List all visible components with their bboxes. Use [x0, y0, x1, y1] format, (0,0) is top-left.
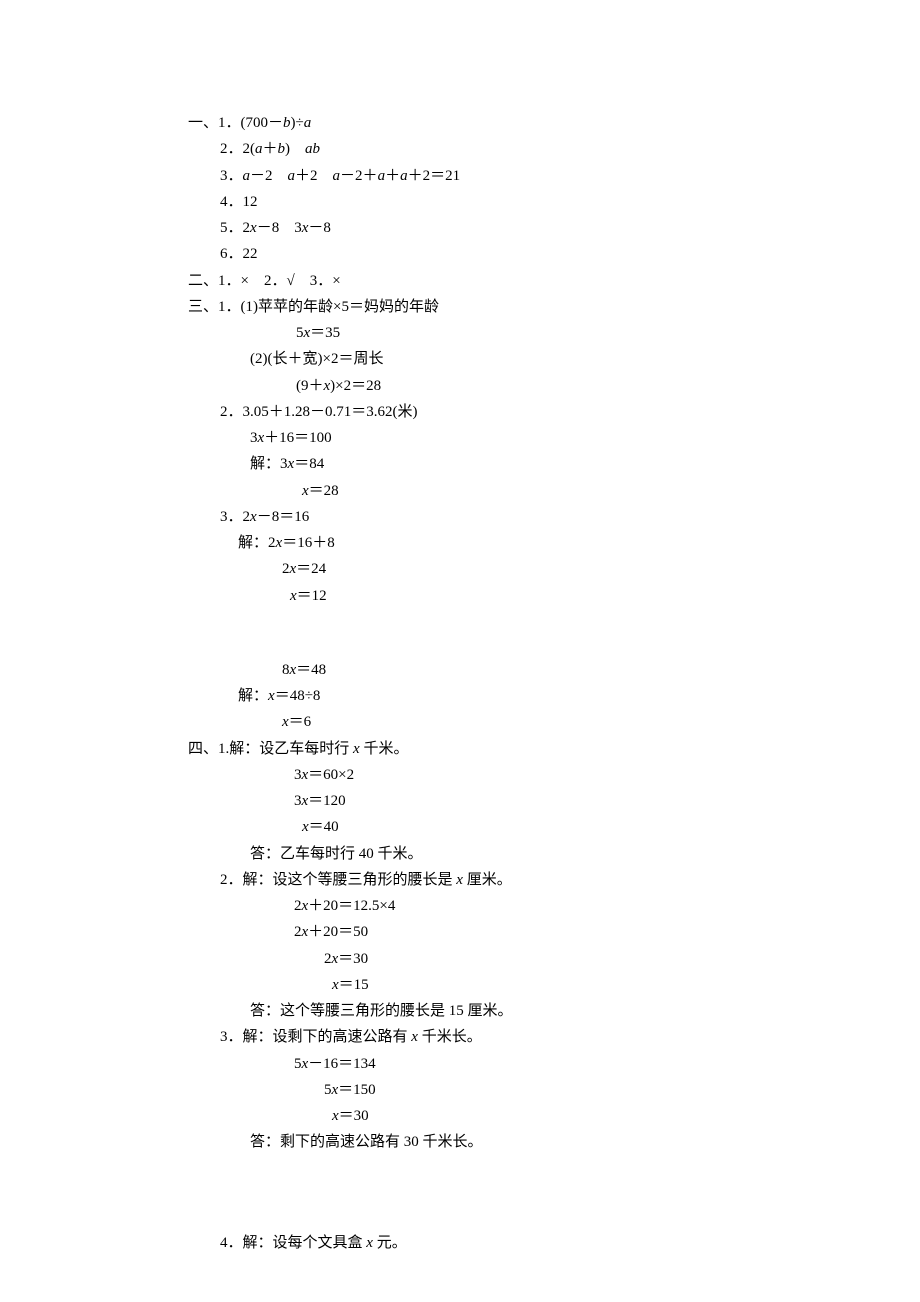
section-4-item-3-setup: 3．解：设剩下的高速公路有 x 千米长。 [188, 1024, 920, 1050]
section-4-item-2-eq1: 2x＋20＝12.5×4 [188, 893, 920, 919]
section-4-item-3-eq2: 5x＝150 [188, 1077, 920, 1103]
section-3-item-3-line6: 解：x＝48÷8 [188, 683, 920, 709]
section-3-item-2-line1: 2．3.05＋1.28－0.71＝3.62(米) [188, 399, 920, 425]
section-3-item-1-sub2: (2)(长＋宽)×2＝周长 [188, 346, 920, 372]
section-3-item-3-line4: x＝12 [188, 583, 920, 609]
section-4-item-3-eq1: 5x－16＝134 [188, 1051, 920, 1077]
section-4-item-1-eq2: 3x＝120 [188, 788, 920, 814]
section-3-item-1-sub2-eq: (9＋x)×2＝28 [188, 373, 920, 399]
section-1-item-6: 6．22 [188, 241, 920, 267]
section-1-label: 一、 [188, 115, 218, 131]
section-1-item-5: 5．2x－8 3x－8 [188, 215, 920, 241]
section-4-item-1-setup: 四、1.解：设乙车每时行 x 千米。 [188, 736, 920, 762]
section-4-item-3-answer: 答：剩下的高速公路有 30 千米长。 [188, 1129, 920, 1155]
section-3-item-1-sub1: 三、1．(1)苹苹的年龄×5＝妈妈的年龄 [188, 294, 920, 320]
section-4-item-3-eq3: x＝30 [188, 1103, 920, 1129]
section-4-item-2-setup: 2．解：设这个等腰三角形的腰长是 x 厘米。 [188, 867, 920, 893]
section-3-item-2-line4: x＝28 [188, 478, 920, 504]
section-1-item-4: 4．12 [188, 189, 920, 215]
section-4-item-4-setup: 4．解：设每个文具盒 x 元。 [188, 1230, 920, 1256]
section-1-item-1: 一、1．(700－b)÷a [188, 110, 920, 136]
section-3-item-3-line7: x＝6 [188, 709, 920, 735]
section-4-item-1-answer: 答：乙车每时行 40 千米。 [188, 841, 920, 867]
section-3-item-1-sub1-eq: 5x＝35 [188, 320, 920, 346]
section-1-item-2: 2．2(a＋b) ab [188, 136, 920, 162]
section-4-item-2-answer: 答：这个等腰三角形的腰长是 15 厘米。 [188, 998, 920, 1024]
section-4-item-2-eq4: x＝15 [188, 972, 920, 998]
section-4-item-2-eq3: 2x＝30 [188, 946, 920, 972]
section-3-item-3-line2: 解：2x＝16＋8 [188, 530, 920, 556]
section-3-item-3-line1: 3．2x－8＝16 [188, 504, 920, 530]
section-3-item-2-line3: 解：3x＝84 [188, 451, 920, 477]
section-1-item-3: 3．a－2 a＋2 a－2＋a＋a＋2＝21 [188, 163, 920, 189]
section-3-item-3-line3: 2x＝24 [188, 556, 920, 582]
section-3-item-2-line2: 3x＋16＝100 [188, 425, 920, 451]
answer-key-document: 一、1．(700－b)÷a 2．2(a＋b) ab 3．a－2 a＋2 a－2＋… [188, 110, 920, 1256]
section-4-item-1-eq1: 3x＝60×2 [188, 762, 920, 788]
section-2: 二、1．× 2．√ 3．× [188, 268, 920, 294]
section-4-item-2-eq2: 2x＋20＝50 [188, 919, 920, 945]
section-4-item-1-eq3: x＝40 [188, 814, 920, 840]
section-3-item-3-line5: 8x＝48 [188, 657, 920, 683]
